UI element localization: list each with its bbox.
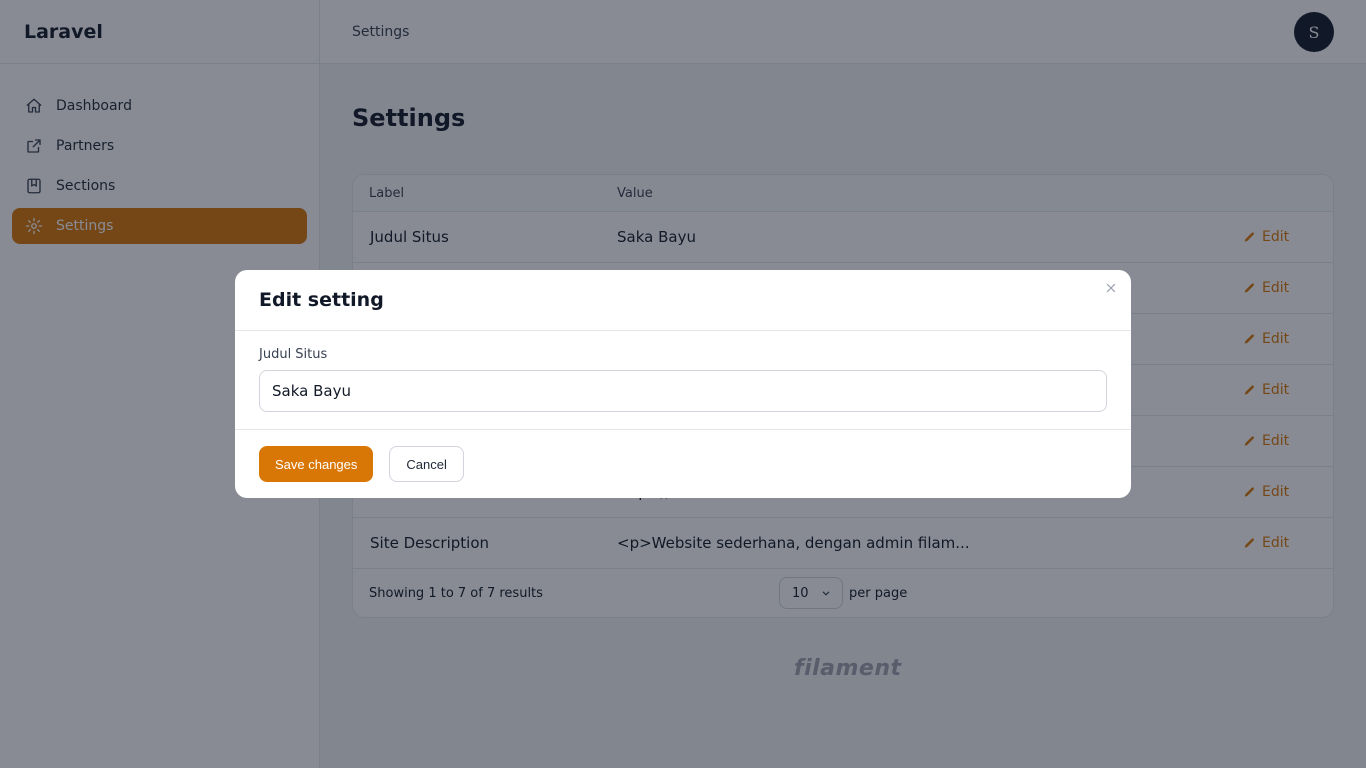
save-button[interactable]: Save changes bbox=[259, 446, 374, 482]
modal-body: Judul Situs bbox=[235, 331, 1131, 430]
close-icon bbox=[1106, 283, 1116, 293]
modal-header: Edit setting bbox=[235, 270, 1131, 331]
close-button[interactable] bbox=[1101, 278, 1121, 298]
modal-title: Edit setting bbox=[259, 289, 384, 311]
modal-footer: Save changes Cancel bbox=[235, 430, 1131, 498]
field-label: Judul Situs bbox=[259, 347, 328, 362]
cancel-button[interactable]: Cancel bbox=[389, 446, 464, 482]
setting-value-input[interactable] bbox=[259, 370, 1107, 412]
edit-setting-modal: Edit setting Judul Situs Save changes Ca… bbox=[235, 270, 1131, 498]
